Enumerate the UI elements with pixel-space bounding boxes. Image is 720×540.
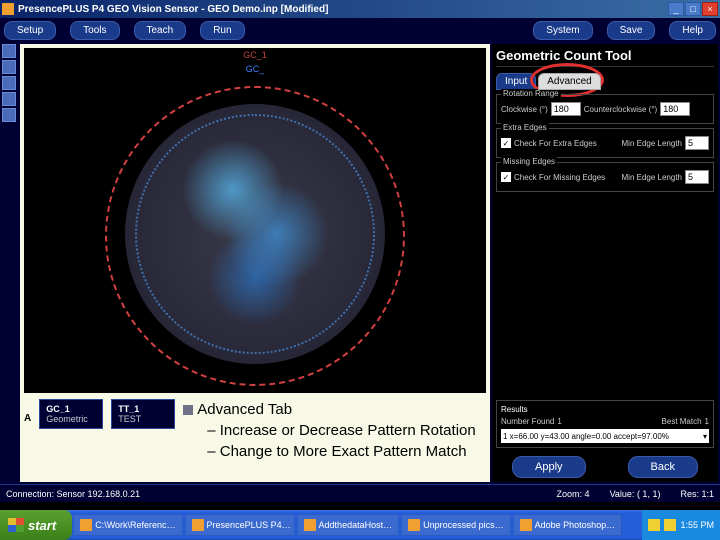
notes-title: Advanced Tab (197, 401, 292, 418)
best-match-label: Best Match (662, 417, 702, 426)
windows-taskbar: start C:\Work\Referenc… PresencePLUS P4…… (0, 510, 720, 540)
apply-button[interactable]: Apply (512, 456, 586, 478)
taskbar-item[interactable]: Unprocessed pics… (401, 514, 511, 536)
toolbox-gc1[interactable]: GC_1 Geometric (39, 399, 103, 429)
windows-logo-icon (8, 518, 24, 532)
connection-status: Connection: Sensor 192.168.0.21 (6, 489, 140, 499)
close-button[interactable]: × (702, 2, 718, 16)
zoom-value: 4 (585, 489, 590, 499)
toolbox-tt1[interactable]: TT_1 TEST (111, 399, 175, 429)
extra-edges-checkbox[interactable]: ✓ (501, 138, 511, 148)
selection-tag: A (24, 399, 31, 424)
vision-canvas[interactable]: GC_1 GC_ (24, 48, 486, 393)
window-title: PresencePLUS P4 GEO Vision Sensor - GEO … (18, 4, 668, 15)
group-title: Missing Edges (501, 157, 557, 166)
ccw-label: Counterclockwise (°) (584, 105, 657, 114)
taskbar-item[interactable]: Adobe Photoshop… (513, 514, 623, 536)
menu-system[interactable]: System (533, 21, 592, 40)
tool-icon[interactable] (2, 108, 16, 122)
group-title: Rotation Range (501, 89, 561, 98)
notes-line: – Change to More Exact Pattern Match (183, 441, 475, 462)
missing-min-label: Min Edge Length (622, 173, 683, 182)
results-dropdown[interactable]: 1 x=66.00 y=43.00 angle=0.00 accept=97.0… (501, 429, 709, 443)
left-toolstrip (0, 42, 18, 484)
tool-icon[interactable] (2, 92, 16, 106)
num-found-value: 1 (557, 417, 561, 426)
ccw-input[interactable] (660, 102, 690, 116)
window-titlebar: PresencePLUS P4 GEO Vision Sensor - GEO … (0, 0, 720, 18)
app-icon (2, 3, 14, 15)
app-icon (192, 519, 204, 531)
app-icon (408, 519, 420, 531)
menu-tools[interactable]: Tools (70, 21, 119, 40)
group-title: Results (501, 405, 709, 414)
panel-title: Geometric Count Tool (496, 48, 714, 67)
toolbox-type: Geometric (46, 414, 96, 424)
cw-input[interactable] (551, 102, 581, 116)
group-missing-edges: Missing Edges ✓ Check For Missing Edges … (496, 162, 714, 192)
missing-edges-label: Check For Missing Edges (514, 173, 605, 182)
minimize-button[interactable]: _ (668, 2, 684, 16)
overlay-label-gc1: GC_1 (243, 50, 267, 60)
extra-min-input[interactable] (685, 136, 709, 150)
res-label: Res: (680, 489, 699, 499)
app-menubar: Setup Tools Teach Run System Save Help (0, 18, 720, 42)
taskbar-item[interactable]: C:\Work\Referenc… (73, 514, 182, 536)
missing-edges-checkbox[interactable]: ✓ (501, 172, 511, 182)
value-value: ( 1, 1) (637, 489, 661, 499)
extra-edges-label: Check For Extra Edges (514, 139, 597, 148)
menu-save[interactable]: Save (607, 21, 656, 40)
taskbar-item[interactable]: AddthedataHost… (297, 514, 400, 536)
system-tray[interactable]: 1:55 PM (642, 510, 720, 540)
overlay-label-gc: GC_ (246, 64, 265, 74)
menu-setup[interactable]: Setup (4, 21, 56, 40)
image-panel: GC_1 GC_ A GC_1 Geometric TT_1 TEST Adva… (20, 44, 490, 482)
slide-notes: Advanced Tab – Increase or Decrease Patt… (183, 399, 475, 462)
menu-help[interactable]: Help (669, 21, 716, 40)
best-match-value: 1 (705, 417, 709, 426)
res-value: 1:1 (701, 489, 714, 499)
start-button[interactable]: start (0, 510, 72, 540)
cw-label: Clockwise (°) (501, 105, 548, 114)
back-button[interactable]: Back (628, 456, 698, 478)
tray-icon[interactable] (664, 519, 676, 531)
group-results: Results Number Found 1 Best Match 1 1 x=… (496, 400, 714, 448)
group-extra-edges: Extra Edges ✓ Check For Extra Edges Min … (496, 128, 714, 158)
tool-icon[interactable] (2, 76, 16, 90)
chevron-down-icon: ▾ (703, 432, 707, 441)
start-label: start (28, 518, 56, 533)
toolbox-type: TEST (118, 414, 168, 424)
value-label: Value: (610, 489, 635, 499)
toolbox-name: TT_1 (118, 404, 168, 414)
zoom-label: Zoom: (557, 489, 583, 499)
bullet-icon (183, 405, 193, 415)
sample-object (125, 104, 385, 364)
group-title: Extra Edges (501, 123, 549, 132)
menu-teach[interactable]: Teach (134, 21, 187, 40)
missing-min-input[interactable] (685, 170, 709, 184)
tool-settings-panel: Geometric Count Tool Input Advanced Rota… (492, 44, 718, 482)
num-found-label: Number Found (501, 417, 554, 426)
tool-icon[interactable] (2, 60, 16, 74)
tray-icon[interactable] (648, 519, 660, 531)
toolbox-name: GC_1 (46, 404, 96, 414)
folder-icon (80, 519, 92, 531)
menu-run[interactable]: Run (200, 21, 244, 40)
clock: 1:55 PM (680, 520, 714, 530)
tool-icon[interactable] (2, 44, 16, 58)
results-line: 1 x=66.00 y=43.00 angle=0.00 accept=97.0… (503, 432, 669, 441)
extra-min-label: Min Edge Length (622, 139, 683, 148)
app-icon (304, 519, 316, 531)
taskbar-item[interactable]: PresencePLUS P4… (185, 514, 295, 536)
app-icon (520, 519, 532, 531)
group-rotation: Rotation Range Clockwise (°) Countercloc… (496, 94, 714, 124)
tab-input[interactable]: Input (496, 73, 536, 90)
notes-line: – Increase or Decrease Pattern Rotation (183, 420, 475, 441)
tab-advanced[interactable]: Advanced (538, 73, 600, 90)
maximize-button[interactable]: □ (685, 2, 701, 16)
status-bar: Connection: Sensor 192.168.0.21 Zoom: 4 … (0, 484, 720, 502)
